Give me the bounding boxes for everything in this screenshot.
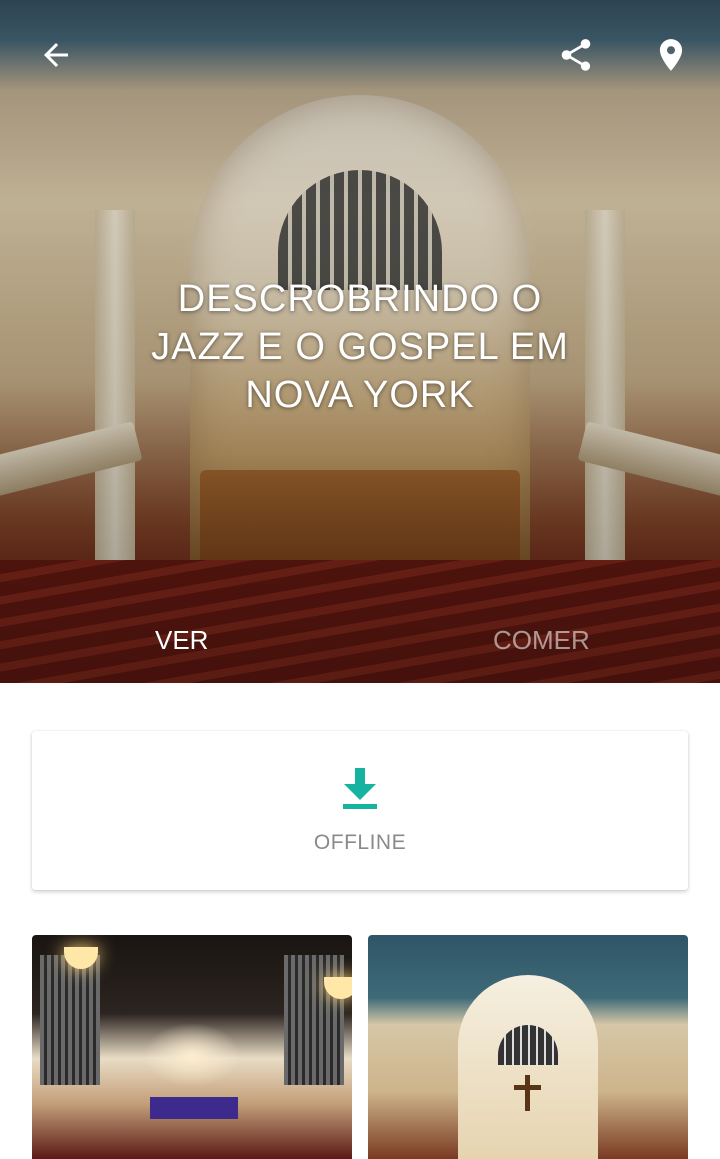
church-banner — [150, 1097, 238, 1119]
arch — [458, 975, 598, 1159]
map-pin-icon — [659, 39, 683, 71]
offline-label: OFFLINE — [313, 831, 407, 854]
organ-pipes — [40, 955, 100, 1085]
arrow-left-icon — [44, 43, 68, 67]
gallery-thumbnail-1[interactable] — [32, 935, 352, 1159]
tab-comer[interactable]: COMER — [493, 620, 590, 660]
cross-icon — [514, 1085, 541, 1090]
download-icon — [343, 768, 377, 809]
hero-image: DESCROBRINDO O JAZZ E O GOSPEL EM NOVA Y… — [0, 0, 720, 683]
share-button[interactable] — [551, 30, 601, 80]
share-icon — [561, 39, 591, 71]
cross-icon — [525, 1075, 530, 1111]
organ-pipes — [284, 955, 344, 1085]
tab-ver[interactable]: VER — [155, 620, 208, 660]
gallery-thumbnail-2[interactable] — [368, 935, 688, 1159]
page-title: DESCROBRINDO O JAZZ E O GOSPEL EM NOVA Y… — [151, 278, 569, 416]
location-button[interactable] — [646, 30, 696, 80]
offline-download-card[interactable]: OFFLINE — [32, 731, 688, 890]
back-button[interactable] — [31, 30, 81, 80]
